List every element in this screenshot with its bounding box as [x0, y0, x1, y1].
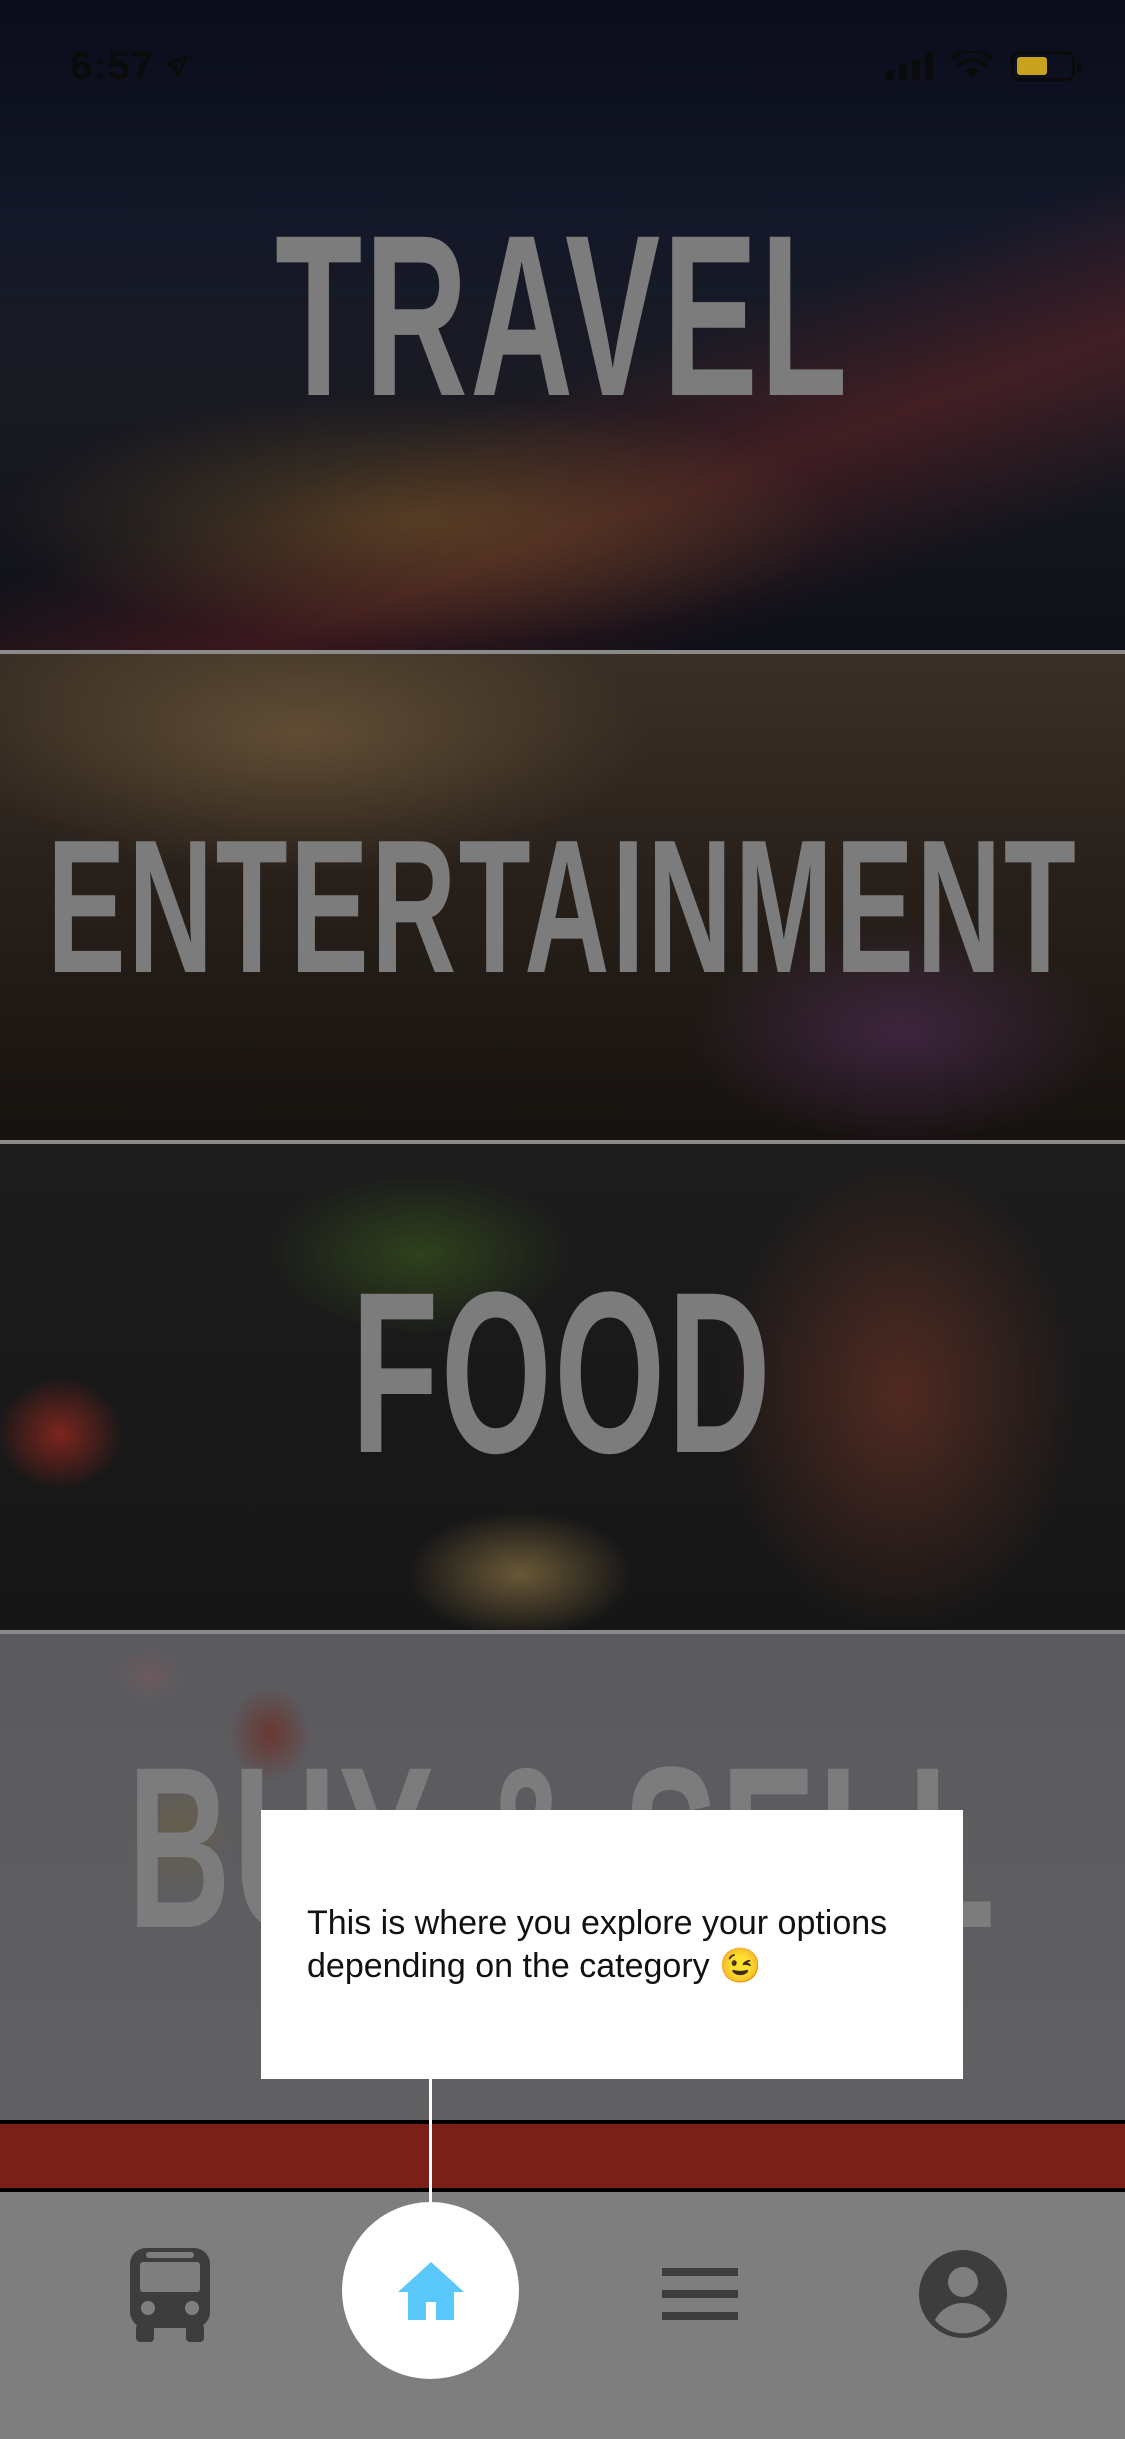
- nav-item-profile[interactable]: [903, 2234, 1023, 2354]
- onboarding-tooltip: This is where you explore your options d…: [261, 1810, 963, 2079]
- profile-icon: [919, 2250, 1007, 2338]
- category-label-entertainment: ENTERTAINMENT: [46, 801, 1079, 1013]
- category-entertainment[interactable]: ENTERTAINMENT: [0, 654, 1125, 1140]
- battery-icon: [1011, 51, 1081, 81]
- tooltip-connector: [429, 2079, 432, 2204]
- category-label-travel: TRAVEL: [275, 186, 850, 444]
- nav-item-menu[interactable]: [640, 2234, 760, 2354]
- cellular-signal-icon: [886, 52, 933, 80]
- location-arrow-icon: [166, 54, 189, 78]
- status-bar: 6:57: [0, 0, 1125, 132]
- nav-item-bus[interactable]: [110, 2234, 230, 2354]
- home-icon: [397, 2261, 464, 2320]
- tooltip-text: This is where you explore your options d…: [307, 1904, 888, 1985]
- clock-text: 6:57: [70, 43, 155, 88]
- accent-strip: [0, 2124, 1125, 2188]
- bottom-nav: [0, 2192, 1125, 2439]
- divider: [0, 1140, 1125, 1144]
- menu-icon: [662, 2268, 738, 2320]
- status-indicators: [886, 51, 1081, 81]
- category-food[interactable]: FOOD: [0, 1144, 1125, 1630]
- nav-item-home[interactable]: [342, 2202, 519, 2379]
- divider: [0, 1630, 1125, 1634]
- divider: [0, 650, 1125, 654]
- status-time: 6:57: [70, 44, 190, 89]
- wifi-icon: [951, 51, 993, 79]
- bus-icon: [130, 2248, 210, 2342]
- category-label-food: FOOD: [351, 1243, 774, 1501]
